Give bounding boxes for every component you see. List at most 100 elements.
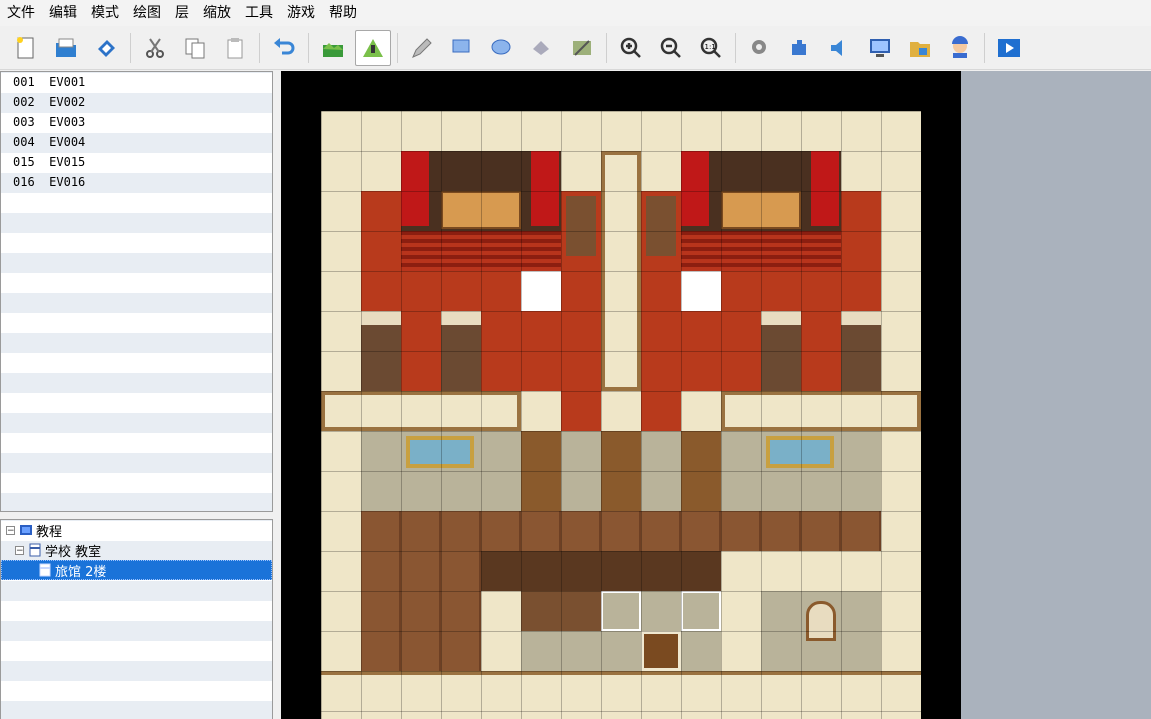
zoom-out-button[interactable]	[653, 30, 689, 66]
event-marker-3[interactable]	[601, 591, 641, 631]
event-row[interactable]: 004 EV004	[1, 132, 272, 152]
zoom-actual-button[interactable]: 1:1	[693, 30, 729, 66]
map-mode-button[interactable]	[315, 30, 351, 66]
map-right-clock	[646, 196, 676, 256]
pencil-button[interactable]	[404, 30, 440, 66]
event-id: 004	[13, 135, 35, 149]
map-window	[806, 601, 836, 641]
map-left-curtain-a	[401, 151, 429, 226]
event-row[interactable]: 002 EV002	[1, 92, 272, 112]
open-project-button[interactable]	[48, 30, 84, 66]
toolbar-separator	[984, 32, 985, 63]
event-searcher-button[interactable]	[862, 30, 898, 66]
map-right-bed-2	[841, 311, 881, 391]
map-left-carpet-stripes	[401, 231, 561, 271]
toolbar-separator	[130, 32, 131, 63]
event-name: EV004	[49, 135, 86, 149]
event-marker-2[interactable]	[681, 271, 721, 311]
map-left-bed-1	[361, 311, 401, 391]
resource-manager-button[interactable]	[902, 30, 938, 66]
map-shop-wall	[481, 551, 721, 591]
undo-icon	[274, 37, 295, 54]
map-lower-left-room	[361, 551, 481, 671]
map-right-curtain-a	[681, 151, 709, 226]
map-icon	[29, 543, 41, 557]
playtest-button[interactable]	[991, 30, 1027, 66]
event-row[interactable]: 003 EV003	[1, 112, 272, 132]
project-icon	[20, 525, 32, 535]
zoom-out-icon	[660, 37, 681, 58]
database-icon	[752, 39, 766, 54]
toolbar-separator	[308, 32, 309, 63]
shadow-pen-button[interactable]	[564, 30, 600, 66]
cut-button[interactable]	[137, 30, 173, 66]
menu-item-2[interactable]: 模式	[84, 0, 126, 26]
tree-row-project[interactable]: − 教程	[1, 520, 272, 540]
menu-item-5[interactable]: 缩放	[196, 0, 238, 26]
menu-item-6[interactable]: 工具	[238, 0, 280, 26]
event-id: 003	[13, 115, 35, 129]
rectangle-button[interactable]	[444, 30, 480, 66]
shadow-pen-icon	[573, 39, 591, 56]
menu-item-1[interactable]: 编辑	[42, 0, 84, 26]
menu-item-8[interactable]: 帮助	[322, 0, 364, 26]
map-canvas-area[interactable]	[281, 71, 961, 719]
map-canvas[interactable]	[321, 111, 921, 719]
event-row[interactable]: 016 EV016	[1, 172, 272, 192]
map-middle-wall	[321, 391, 521, 431]
plugin-manager-button[interactable]	[782, 30, 818, 66]
map-label: 学校 教室	[45, 544, 102, 560]
toolbar: 1:1	[0, 26, 1151, 70]
zoom-in-button[interactable]	[613, 30, 649, 66]
event-name: EV016	[49, 175, 86, 189]
map-bookshelf	[521, 591, 601, 631]
event-row[interactable]: 001 EV001	[1, 72, 272, 92]
fill-icon	[533, 40, 549, 55]
ellipse-icon	[491, 39, 511, 54]
toolbar-separator	[259, 32, 260, 63]
ellipse-button[interactable]	[484, 30, 520, 66]
collapse-toggle-icon[interactable]: −	[15, 545, 24, 555]
save-project-button[interactable]	[88, 30, 124, 66]
menu-item-0[interactable]: 文件	[0, 0, 42, 26]
save-project-icon	[98, 39, 115, 57]
menu-item-7[interactable]: 游戏	[280, 0, 322, 26]
copy-button[interactable]	[177, 30, 213, 66]
undo-button[interactable]	[266, 30, 302, 66]
database-button[interactable]	[742, 30, 778, 66]
map-right-sofa	[721, 191, 801, 229]
sound-test-button[interactable]	[822, 30, 858, 66]
map-right-carpet-stripes	[681, 231, 841, 271]
character-generator-button[interactable]	[942, 30, 978, 66]
event-marker-4[interactable]	[681, 591, 721, 631]
map-label: 旅馆 2楼	[55, 564, 107, 580]
event-spacer	[35, 175, 49, 189]
menu-item-3[interactable]: 绘图	[126, 0, 168, 26]
event-row[interactable]: 015 EV015	[1, 152, 272, 172]
map-middle-wall-right	[721, 391, 921, 431]
new-project-button[interactable]	[8, 30, 44, 66]
cut-icon	[146, 37, 164, 58]
event-mode-button[interactable]	[355, 29, 391, 66]
event-list[interactable]: 001 EV001 002 EV002 003 EV003 004 EV004 015 …	[0, 71, 273, 512]
character-generator-icon	[952, 35, 968, 58]
sound-test-icon	[831, 39, 842, 56]
map-left-curtain-b	[531, 151, 559, 226]
map-left-sofa	[441, 191, 521, 229]
map-mode-icon	[323, 42, 343, 57]
map-icon	[39, 563, 51, 577]
collapse-toggle-icon[interactable]: −	[6, 525, 15, 535]
menu-item-4[interactable]: 层	[168, 0, 196, 26]
event-marker-1[interactable]	[521, 271, 561, 311]
fill-button[interactable]	[524, 30, 560, 66]
menu-bar: 文件 编辑 模式 绘图层缩放 工具 游戏 帮助	[0, 0, 1151, 26]
event-name: EV015	[49, 155, 86, 169]
tree-row-map-inn[interactable]: 旅馆 2楼	[1, 560, 272, 580]
toolbar-separator	[735, 32, 736, 63]
tree-row-map-school[interactable]: − 学校 教室	[1, 540, 272, 560]
paste-button[interactable]	[217, 30, 253, 66]
new-project-icon	[17, 36, 34, 58]
open-project-icon	[56, 38, 76, 57]
map-tree[interactable]: − 教程 − 学校 教室 旅馆 2楼	[0, 519, 273, 719]
map-center-wall	[601, 151, 641, 391]
